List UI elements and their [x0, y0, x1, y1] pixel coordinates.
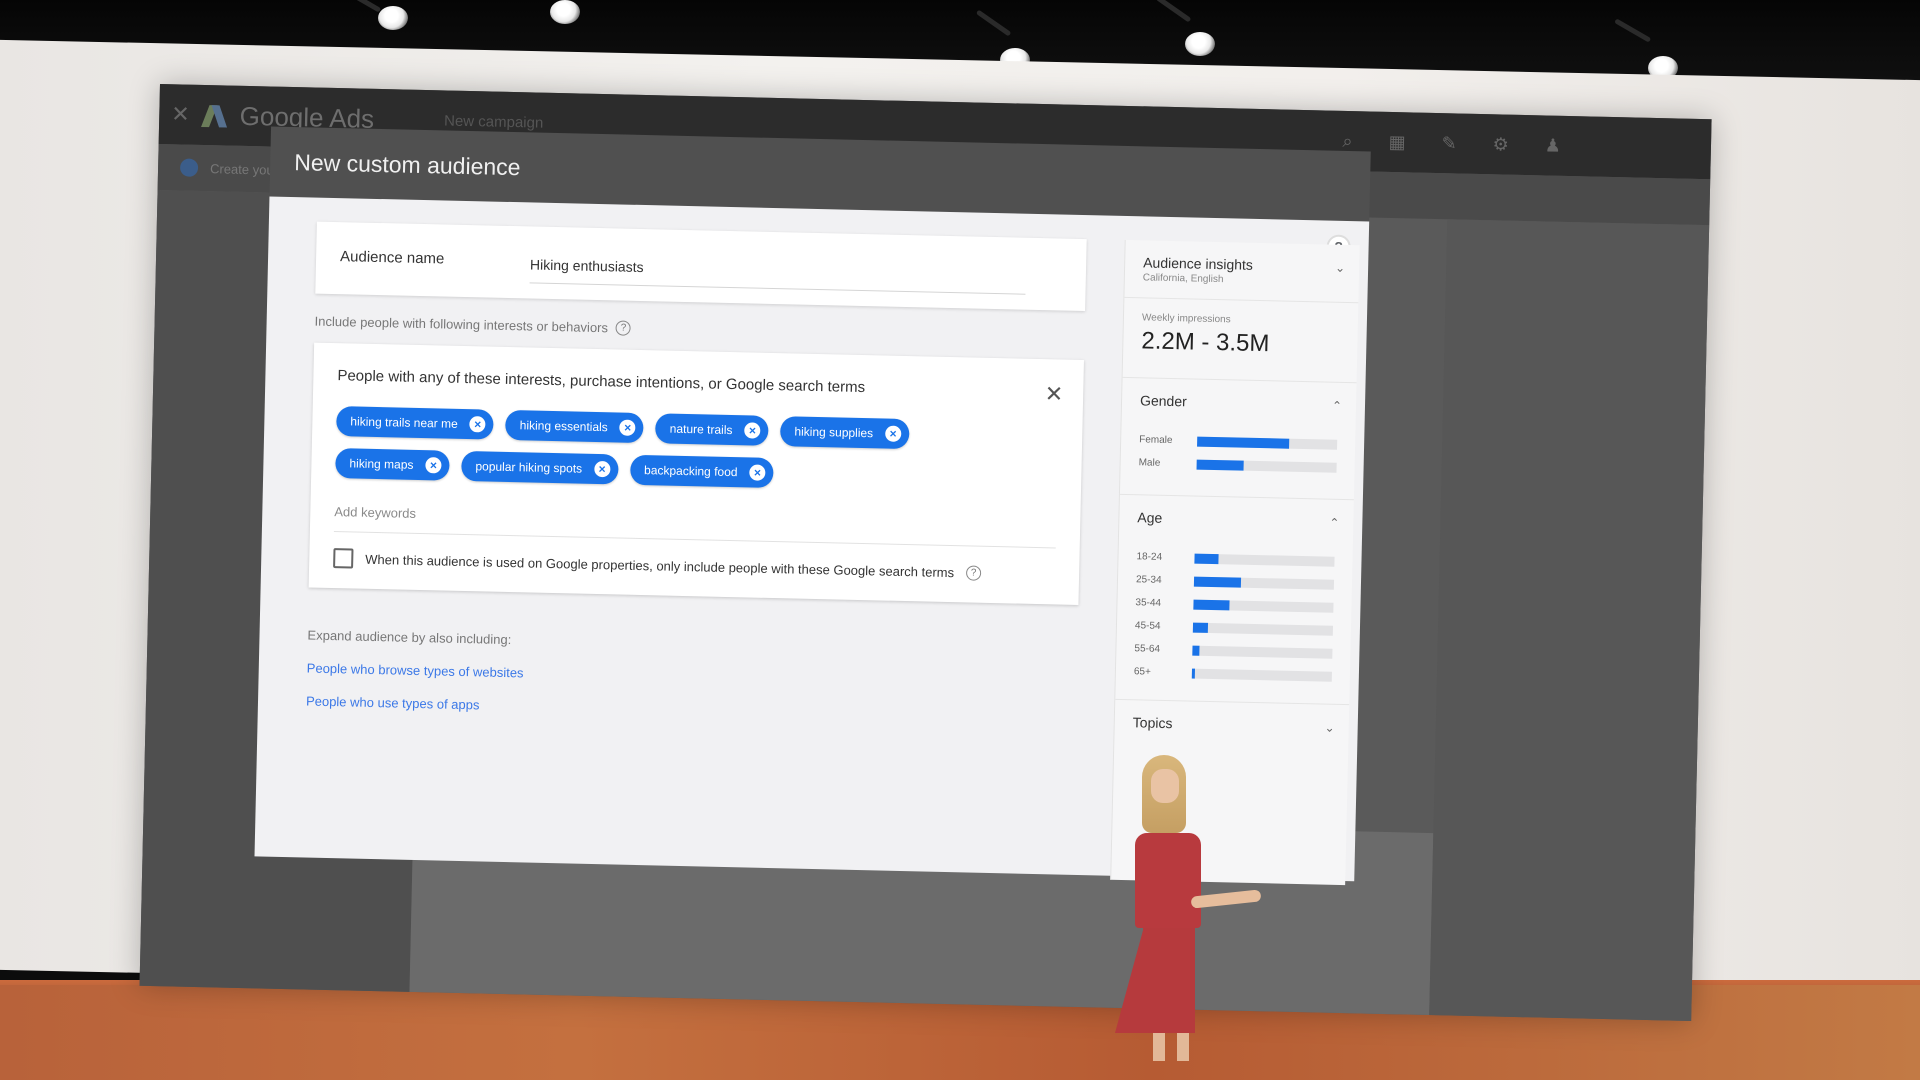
age-bar — [1193, 599, 1230, 610]
impressions-value: 2.2M - 3.5M — [1141, 327, 1270, 358]
remove-chip-icon[interactable]: × — [744, 422, 761, 439]
search-icon[interactable]: ⌕ — [1342, 130, 1353, 151]
notifications-icon[interactable]: ♟ — [1545, 135, 1562, 156]
gender-section: Gender ⌃ Female Male — [1119, 377, 1357, 501]
topics-title: Topics — [1132, 714, 1173, 732]
age-bar-row: 35-44 — [1135, 597, 1334, 613]
expand-websites-link[interactable]: People who browse types of websites — [307, 660, 1077, 692]
gender-bar-row: Female — [1139, 434, 1338, 450]
age-bar — [1194, 553, 1219, 564]
add-keywords-input[interactable]: Add keywords — [333, 504, 1057, 549]
remove-chip-icon[interactable]: × — [425, 457, 442, 474]
age-bar-row: 55-64 — [1134, 643, 1333, 659]
audience-name-input[interactable]: Hiking enthusiasts — [530, 256, 644, 275]
dialog-title: New custom audience — [293, 149, 521, 181]
insights-title: Audience insights — [1143, 254, 1254, 273]
stage-light — [378, 6, 408, 30]
google-ads-logo — [203, 103, 228, 128]
projection-screen: ✕ Google Ads New campaign ⌕ ▦ ✎ ⚙ ♟ Crea… — [139, 84, 1712, 1021]
topics-section[interactable]: Topics ⌄ — [1114, 700, 1349, 749]
keyword-chip[interactable]: backpacking food × — [629, 454, 774, 489]
remove-chip-icon[interactable]: × — [884, 425, 902, 442]
impressions-section: Weekly impressions 2.2M - 3.5M — [1122, 297, 1359, 384]
keyword-chip[interactable]: hiking essentials × — [505, 409, 645, 444]
gender-bar — [1196, 436, 1290, 449]
keyword-chip[interactable]: hiking maps × — [335, 448, 450, 481]
remove-chip-icon[interactable]: × — [749, 464, 766, 481]
audience-name-label: Audience name — [339, 248, 445, 268]
audience-form: Audience name Hiking enthusiasts Include… — [306, 221, 1087, 726]
age-bar — [1191, 668, 1195, 679]
age-bar-row: 18-24 — [1136, 551, 1335, 567]
age-section: Age ⌃ 18-24 25-34 35-44 45-54 55-64 65+ — [1115, 494, 1354, 706]
gender-bar — [1196, 459, 1245, 471]
app-subtitle: New campaign — [443, 111, 544, 132]
stage-light — [550, 0, 580, 24]
interest-card: People with any of these interests, purc… — [308, 342, 1084, 605]
search-terms-only-checkbox[interactable] — [333, 548, 354, 569]
chevron-down-icon[interactable]: ⌄ — [1335, 261, 1345, 275]
keyword-chip[interactable]: popular hiking spots × — [461, 450, 619, 485]
age-bar-row: 25-34 — [1136, 574, 1335, 590]
impressions-label: Weekly impressions — [1141, 312, 1231, 326]
interest-card-title: People with any of these interests, purc… — [337, 367, 866, 397]
remove-chip-icon[interactable]: × — [593, 460, 611, 478]
keyword-chips: hiking trails near me × hiking essentials… — [335, 406, 996, 493]
tools-icon[interactable]: ✎ — [1441, 133, 1457, 154]
keyword-chip[interactable]: hiking trails near me × — [336, 406, 495, 440]
keyword-chip[interactable]: hiking supplies × — [780, 416, 910, 450]
help-circle-icon[interactable]: ? — [615, 320, 632, 336]
expand-apps-link[interactable]: People who use types of apps — [306, 693, 1076, 725]
remove-chip-icon[interactable]: × — [469, 416, 486, 433]
help-circle-icon[interactable]: ? — [965, 564, 982, 581]
stage-light — [1185, 32, 1215, 56]
age-bar-row: 45-54 — [1135, 620, 1334, 636]
gender-bar-row: Male — [1139, 457, 1337, 473]
search-terms-only-row: When this audience is used on Google pro… — [333, 548, 1055, 584]
age-bar — [1192, 645, 1200, 656]
chevron-up-icon[interactable]: ⌃ — [1329, 516, 1339, 530]
presenter — [1095, 755, 1262, 1065]
include-label: Include people with following interests … — [314, 314, 1084, 346]
close-icon[interactable]: ✕ — [171, 101, 190, 127]
expand-label: Expand audience by also including: — [307, 627, 512, 648]
age-bar — [1192, 622, 1209, 633]
right-panel — [1429, 219, 1710, 1021]
age-bar-row: 65+ — [1134, 666, 1332, 682]
keyword-chip[interactable]: nature trails × — [655, 413, 769, 446]
insights-header[interactable]: Audience insights California, English ⌄ — [1124, 239, 1360, 304]
age-bar — [1193, 576, 1242, 588]
settings-icon[interactable]: ⚙ — [1492, 134, 1509, 155]
close-icon[interactable]: ✕ — [1044, 381, 1063, 407]
reports-icon[interactable]: ▦ — [1388, 131, 1405, 152]
chevron-up-icon[interactable]: ⌃ — [1332, 399, 1342, 413]
audience-name-card: Audience name Hiking enthusiasts — [315, 221, 1087, 312]
chevron-down-icon[interactable]: ⌄ — [1324, 721, 1334, 735]
step-indicator-icon — [179, 158, 199, 177]
remove-chip-icon[interactable]: × — [619, 419, 636, 436]
insights-subtitle: California, English — [1142, 272, 1224, 286]
checkbox-label: When this audience is used on Google pro… — [365, 551, 955, 580]
step-text: Create your — [209, 160, 279, 178]
